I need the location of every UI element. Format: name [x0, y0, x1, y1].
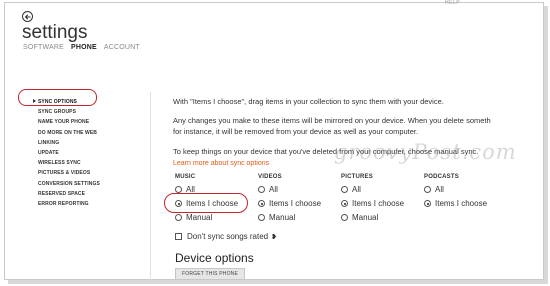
mirror-text-line1: Any changes you make to these items will…	[173, 116, 491, 125]
sidebar-item-linking[interactable]: LINKING	[38, 138, 100, 148]
help-link[interactable]: HELP	[445, 0, 460, 6]
pictures-header: PICTURES	[341, 174, 373, 180]
radio-icon	[175, 214, 182, 221]
videos-manual-radio[interactable]: Manual	[258, 213, 295, 222]
radio-icon	[424, 186, 431, 193]
radio-icon	[341, 186, 348, 193]
tab-software[interactable]: SOFTWARE	[23, 44, 64, 51]
sidebar-item-sync-options[interactable]: SYNC OPTIONS	[38, 97, 100, 107]
sidebar-divider	[150, 92, 151, 282]
pictures-manual-radio[interactable]: Manual	[341, 213, 378, 222]
radio-selected-icon	[424, 200, 431, 207]
dont-sync-rated-checkbox[interactable]: Don't sync songs rated ❥	[175, 232, 277, 241]
settings-tabs: SOFTWARE PHONE ACCOUNT	[23, 44, 145, 51]
page-title: settings	[22, 22, 88, 43]
podcasts-items-i-choose-radio[interactable]: Items I choose	[424, 199, 487, 208]
radio-icon	[341, 214, 348, 221]
sidebar-item-sync-groups[interactable]: SYNC GROUPS	[38, 107, 100, 117]
podcasts-all-radio[interactable]: All	[424, 185, 444, 194]
videos-header: VIDEOS	[258, 174, 282, 180]
videos-all-label: All	[269, 185, 278, 194]
videos-all-radio[interactable]: All	[258, 185, 278, 194]
music-header: MUSIC	[175, 174, 196, 180]
selected-arrow-icon	[33, 99, 36, 103]
pictures-all-radio[interactable]: All	[341, 185, 361, 194]
sidebar-item-update[interactable]: UPDATE	[38, 148, 100, 158]
podcasts-all-label: All	[435, 185, 444, 194]
radio-selected-icon	[258, 200, 265, 207]
radio-icon	[258, 214, 265, 221]
broken-heart-icon: ❥	[271, 234, 277, 241]
window-shadow-bottom	[8, 280, 548, 284]
window-shadow-right	[544, 6, 548, 282]
back-arrow-icon[interactable]	[22, 11, 33, 22]
dont-sync-label: Don't sync songs rated	[187, 232, 269, 241]
pictures-items-i-choose-radio[interactable]: Items I choose	[341, 199, 404, 208]
sidebar: SYNC OPTIONS SYNC GROUPS NAME YOUR PHONE…	[38, 97, 100, 209]
checkbox-icon	[175, 233, 182, 240]
pictures-all-label: All	[352, 185, 361, 194]
tab-phone[interactable]: PHONE	[71, 44, 97, 51]
learn-more-link[interactable]: Learn more about sync options	[173, 160, 269, 167]
radio-icon	[258, 186, 265, 193]
music-manual-label: Manual	[186, 213, 213, 222]
device-options-heading: Device options	[175, 251, 254, 265]
sidebar-item-conversion-settings[interactable]: CONVERSION SETTINGS	[38, 179, 100, 189]
videos-items-i-choose-radio[interactable]: Items I choose	[258, 199, 321, 208]
back-arrow-glyph	[24, 14, 31, 20]
podcasts-header: PODCASTS	[424, 174, 459, 180]
videos-manual-label: Manual	[269, 213, 296, 222]
pictures-manual-label: Manual	[352, 213, 379, 222]
forget-phone-button[interactable]: FORGET THIS PHONE	[175, 268, 246, 280]
radio-icon	[175, 186, 182, 193]
sidebar-item-name-your-phone[interactable]: NAME YOUR PHONE	[38, 117, 100, 127]
watermark: groovyPost.com	[334, 140, 517, 164]
mirror-text-line2: for instance, it will be removed from yo…	[173, 127, 419, 136]
sidebar-item-reserved-space[interactable]: RESERVED SPACE	[38, 189, 100, 199]
sidebar-item-wireless-sync[interactable]: WIRELESS SYNC	[38, 158, 100, 168]
pictures-items-label: Items I choose	[352, 199, 405, 208]
tab-account[interactable]: ACCOUNT	[104, 44, 140, 51]
music-manual-radio[interactable]: Manual	[175, 213, 212, 222]
items-i-choose-highlight-circle	[164, 193, 248, 213]
sidebar-item-do-more-on-the-web[interactable]: DO MORE ON THE WEB	[38, 128, 100, 138]
sidebar-item-pictures-videos[interactable]: PICTURES & VIDEOS	[38, 168, 100, 178]
podcasts-items-label: Items I choose	[435, 199, 488, 208]
radio-selected-icon	[341, 200, 348, 207]
videos-items-label: Items I choose	[269, 199, 322, 208]
sidebar-item-error-reporting[interactable]: ERROR REPORTING	[38, 199, 100, 209]
intro-text: With "Items I choose", drag items in you…	[173, 97, 444, 106]
